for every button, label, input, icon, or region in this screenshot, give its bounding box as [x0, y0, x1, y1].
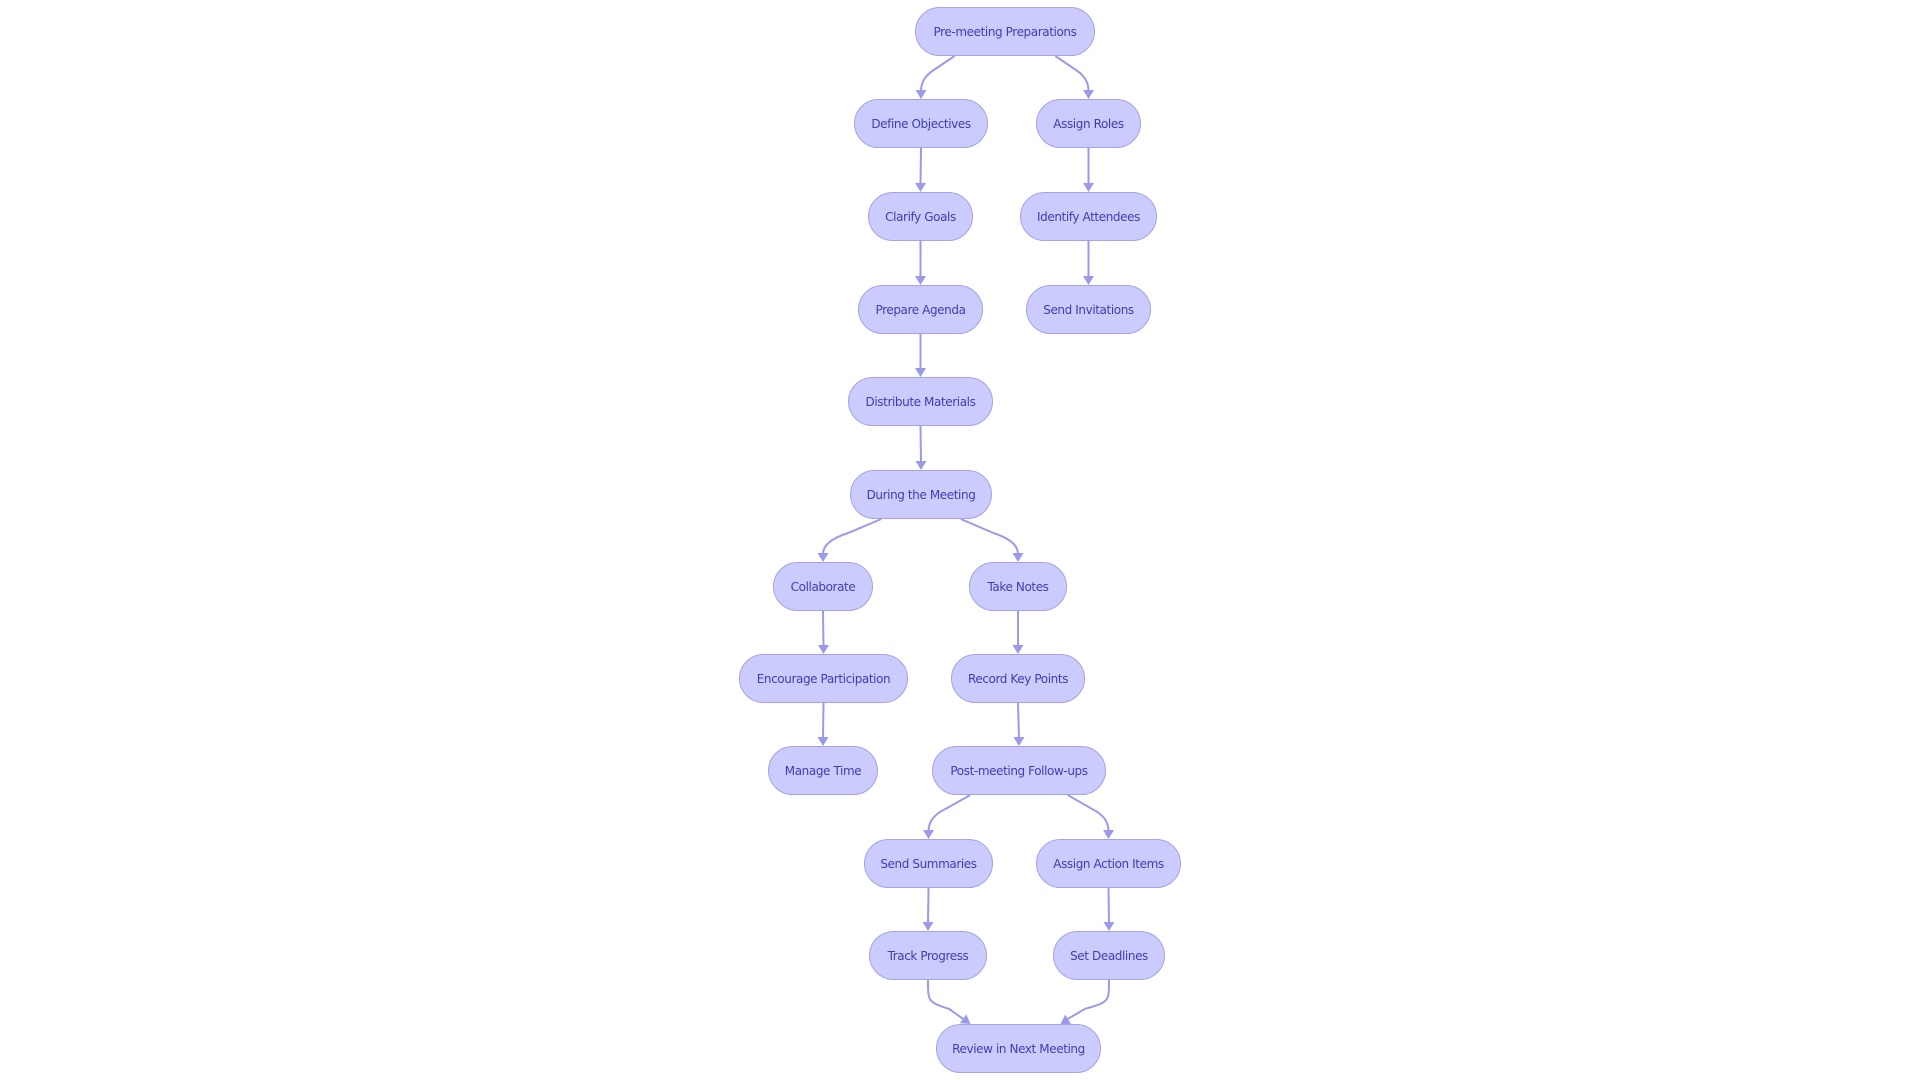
node-define-objectives[interactable]: Define Objectives	[854, 99, 988, 148]
edge-keypoints-to-post	[1017, 702, 1020, 739]
arrowhead-icon	[1103, 830, 1114, 839]
edge-pre-to-roles	[1054, 55, 1090, 92]
arrowhead-icon	[915, 183, 926, 192]
node-label: Track Progress	[887, 948, 969, 963]
node-label: Take Notes	[987, 579, 1049, 594]
node-identify-attendees[interactable]: Identify Attendees	[1020, 192, 1157, 241]
edge-obj-to-goals	[919, 147, 922, 185]
node-assign-roles[interactable]: Assign Roles	[1036, 99, 1141, 148]
node-manage-time[interactable]: Manage Time	[768, 746, 878, 795]
node-encourage-participation[interactable]: Encourage Participation	[739, 654, 908, 703]
arrowhead-icon	[923, 830, 934, 839]
node-label: Record Key Points	[967, 671, 1069, 686]
arrowhead-icon	[1013, 737, 1025, 746]
node-collaborate[interactable]: Collaborate	[773, 562, 873, 611]
edge-actions-to-deadlines	[1107, 887, 1110, 924]
edge-materials-to-during	[919, 425, 922, 463]
node-record-key-points[interactable]: Record Key Points	[951, 654, 1085, 703]
arrowhead-icon	[1012, 645, 1024, 654]
edge-post-to-summaries	[927, 794, 971, 832]
node-label: Send Summaries	[880, 856, 977, 871]
arrowhead-icon	[1083, 183, 1094, 192]
edge-post-to-actions	[1067, 794, 1110, 832]
node-label: Encourage Participation	[756, 671, 891, 686]
node-label: Manage Time	[784, 763, 862, 778]
edge-during-to-collab	[822, 518, 882, 555]
edge-encourage-to-time	[822, 702, 825, 739]
node-label: Prepare Agenda	[875, 302, 966, 317]
arrowhead-icon	[817, 553, 829, 562]
edge-pre-to-obj	[920, 55, 956, 92]
node-distribute-materials[interactable]: Distribute Materials	[848, 377, 993, 426]
edge-progress-to-review	[927, 979, 964, 1020]
edges-layer	[817, 55, 1115, 1024]
node-label: Review in Next Meeting	[952, 1041, 1085, 1056]
arrowhead-icon	[915, 368, 926, 377]
arrowhead-icon	[1012, 553, 1024, 562]
arrowhead-icon	[1060, 1014, 1072, 1024]
arrowhead-icon	[915, 276, 926, 285]
node-track-progress[interactable]: Track Progress	[869, 931, 987, 980]
node-label: Clarify Goals	[885, 209, 956, 224]
node-prepare-agenda[interactable]: Prepare Agenda	[858, 285, 983, 334]
node-label: Define Objectives	[871, 116, 971, 131]
node-send-invitations[interactable]: Send Invitations	[1026, 285, 1151, 334]
edge-deadlines-to-review	[1067, 979, 1110, 1020]
node-label: Send Invitations	[1043, 302, 1134, 317]
flowchart-canvas: Pre-meeting Preparations Define Objectiv…	[0, 0, 1920, 1080]
node-label: Collaborate	[790, 579, 856, 594]
node-label: During the Meeting	[866, 487, 976, 502]
arrowhead-icon	[818, 645, 829, 654]
arrowhead-icon	[959, 1014, 971, 1024]
arrowhead-icon	[922, 922, 934, 931]
arrowhead-icon	[1103, 922, 1115, 931]
node-label: Assign Roles	[1053, 116, 1124, 131]
edge-collab-to-encourage	[822, 610, 825, 647]
node-clarify-goals[interactable]: Clarify Goals	[868, 192, 973, 241]
node-label: Post-meeting Follow-ups	[950, 763, 1088, 778]
edge-during-to-notes	[960, 518, 1019, 555]
node-label: Distribute Materials	[865, 394, 976, 409]
arrowhead-icon	[915, 90, 927, 99]
node-during-the-meeting[interactable]: During the Meeting	[850, 470, 992, 519]
node-post-meeting-follow-ups[interactable]: Post-meeting Follow-ups	[932, 746, 1106, 795]
node-label: Set Deadlines	[1070, 948, 1148, 963]
arrowhead-icon	[915, 461, 927, 470]
arrowhead-icon	[1083, 276, 1094, 285]
arrowhead-icon	[817, 737, 829, 746]
node-label: Identify Attendees	[1037, 209, 1140, 224]
node-label: Assign Action Items	[1053, 856, 1164, 871]
arrowhead-icon	[1083, 90, 1094, 99]
node-review-in-next-meeting[interactable]: Review in Next Meeting	[936, 1024, 1101, 1073]
node-label: Pre-meeting Preparations	[933, 24, 1077, 39]
node-pre-meeting-preparations[interactable]: Pre-meeting Preparations	[915, 7, 1095, 56]
node-take-notes[interactable]: Take Notes	[969, 562, 1067, 611]
node-set-deadlines[interactable]: Set Deadlines	[1053, 931, 1165, 980]
node-assign-action-items[interactable]: Assign Action Items	[1036, 839, 1181, 888]
node-send-summaries[interactable]: Send Summaries	[864, 839, 993, 888]
edge-summaries-to-progress	[927, 887, 930, 924]
